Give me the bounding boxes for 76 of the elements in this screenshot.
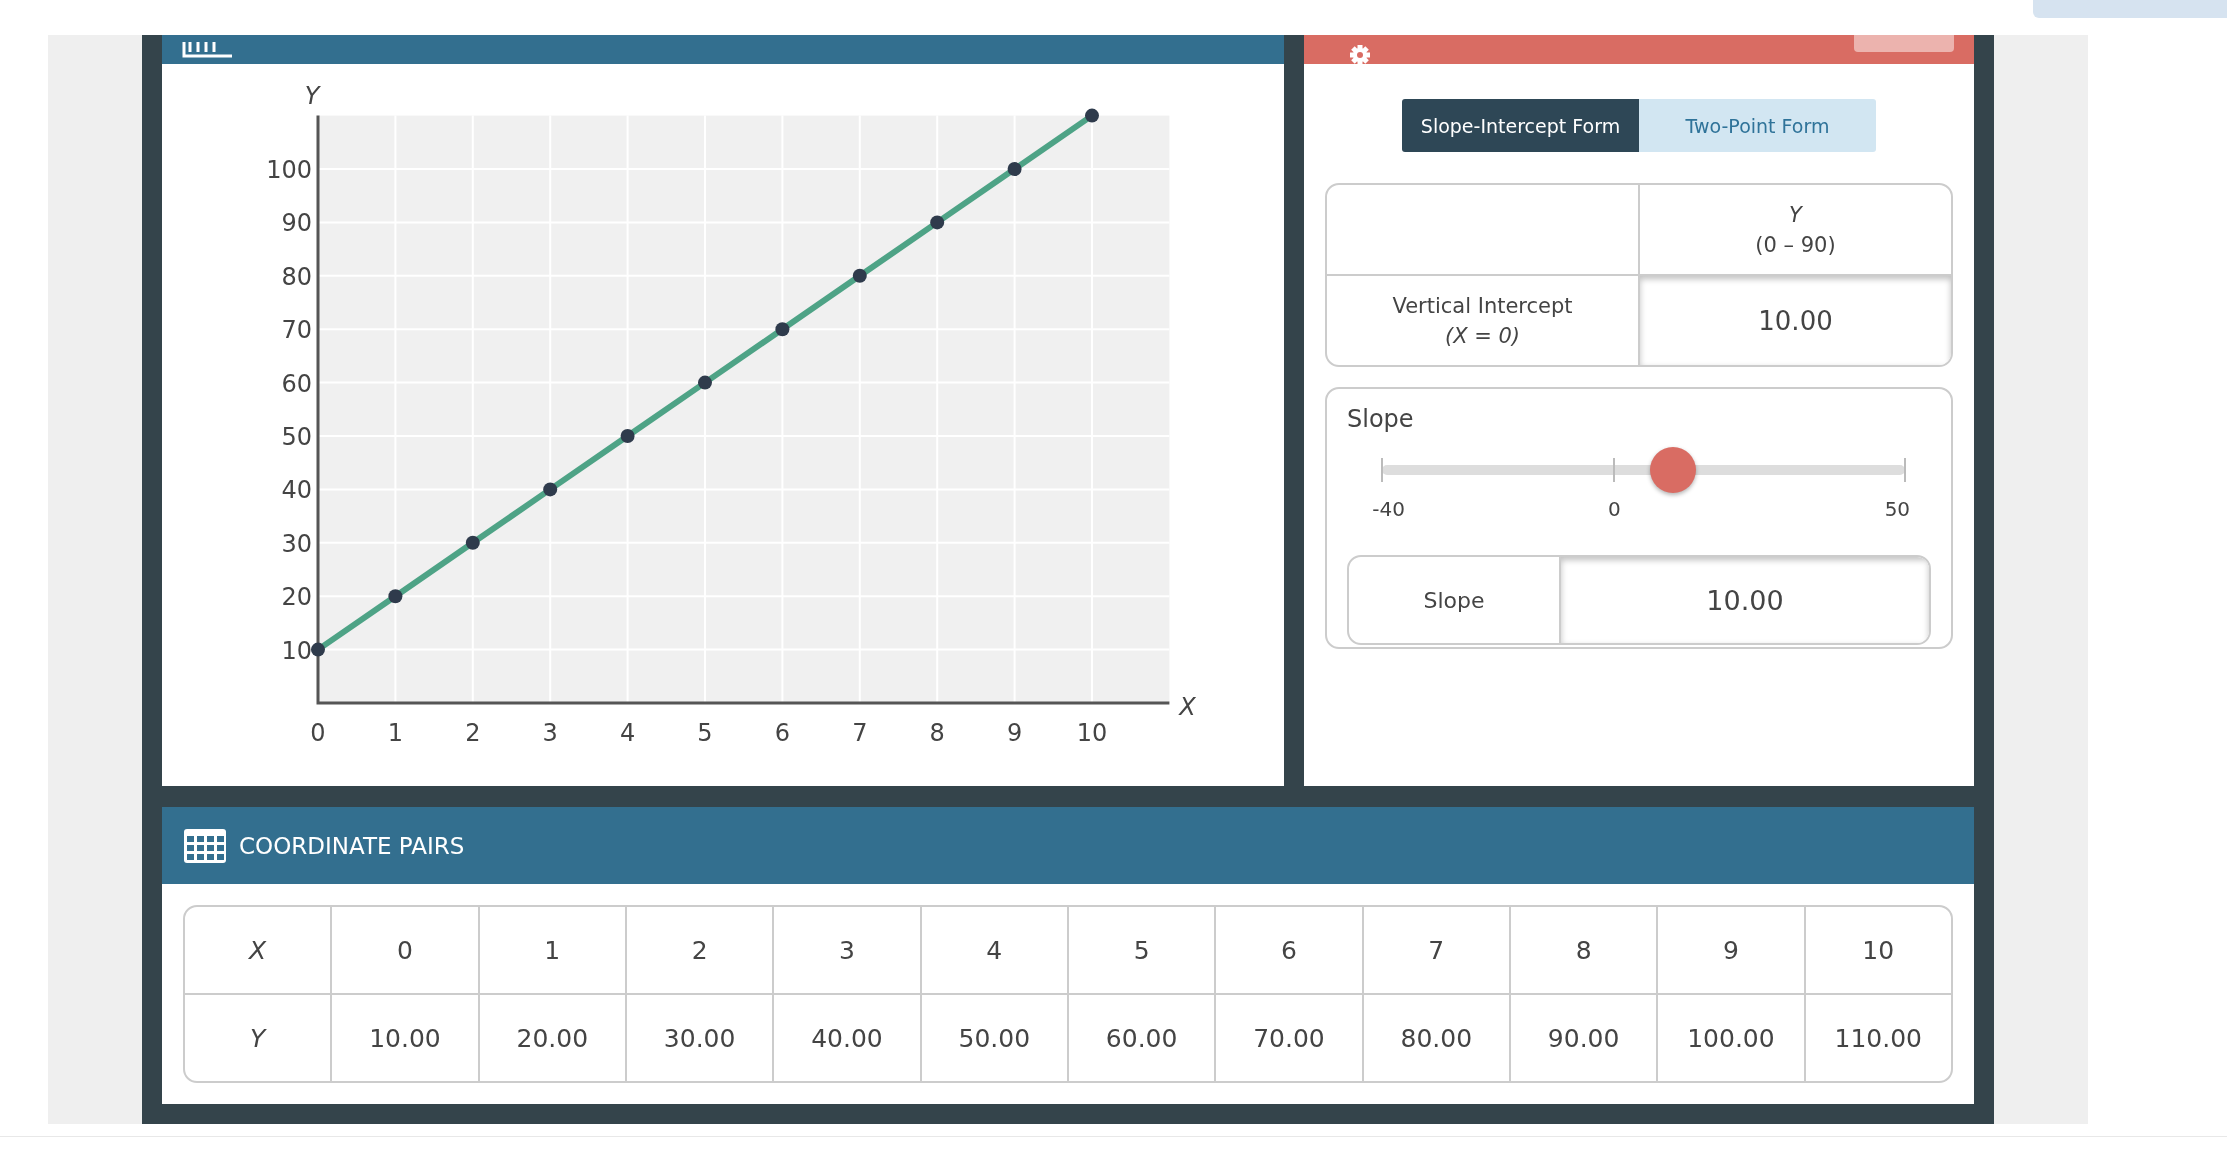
row-header: X	[247, 934, 268, 967]
tick-label: 4	[619, 719, 636, 747]
gear-icon[interactable]	[1348, 42, 1372, 67]
tick-label: 50	[281, 423, 312, 451]
table-cell: 6	[1214, 907, 1362, 993]
tick-label: 9	[1006, 719, 1023, 747]
data-point[interactable]	[852, 268, 867, 283]
row-label: Vertical Intercept	[1392, 293, 1573, 318]
form-tab[interactable]: Slope-Intercept Form	[1402, 99, 1639, 152]
table-cell: 70.00	[1214, 995, 1362, 1081]
table-cell: 60.00	[1066, 995, 1215, 1081]
data-point[interactable]	[698, 375, 712, 390]
tick-label: 8	[929, 719, 945, 747]
table-cell: 110.00	[1803, 995, 1951, 1081]
table-cell: 9	[1656, 907, 1804, 993]
slider[interactable]	[1382, 447, 1905, 493]
tick-label: 0	[310, 719, 326, 747]
slider-tick-label: 0	[1608, 497, 1621, 521]
tick-label: 6	[774, 719, 791, 747]
table-cell: 90.00	[1508, 995, 1657, 1081]
table-cell: 10	[1803, 907, 1951, 993]
table-cell: 30.00	[625, 995, 773, 1081]
tick-label: 70	[281, 316, 312, 345]
data-point[interactable]	[1007, 162, 1022, 176]
intercept-input[interactable]: 10.00	[1640, 276, 1951, 365]
table-cell: 10.00	[330, 995, 478, 1081]
section-title: COORDINATE PAIRS	[239, 832, 465, 859]
tick-label: 90	[281, 209, 312, 238]
row-header: Y	[249, 1022, 268, 1055]
data-point[interactable]	[388, 589, 403, 604]
table-cell: 0	[330, 907, 478, 993]
tick-label: 100	[266, 156, 312, 184]
table-cell: 50.00	[919, 995, 1067, 1081]
tick-label: 10	[281, 636, 312, 665]
axis-label: X	[1179, 693, 1196, 721]
slider-tick-label: -40	[1372, 497, 1405, 521]
tick-label: 10	[1076, 719, 1108, 747]
form-tab[interactable]: Two-Point Form	[1639, 99, 1876, 152]
table-cell: 3	[772, 907, 920, 993]
table-cell: 4	[919, 907, 1067, 993]
table-cell: 8	[1508, 907, 1657, 993]
table-cell: 80.00	[1361, 995, 1509, 1081]
tick-label: 30	[281, 529, 312, 558]
table-icon	[183, 827, 227, 864]
tick-label: 60	[281, 369, 312, 398]
tick-label: 3	[542, 719, 558, 747]
slope-field[interactable]: Slope 10.00	[1347, 555, 1931, 645]
chart-icon	[182, 41, 234, 58]
table-cell: 20.00	[477, 995, 625, 1081]
data-point[interactable]	[930, 215, 945, 230]
column-range: (0 – 90)	[1755, 232, 1836, 257]
tick-label: 2	[465, 719, 481, 747]
tick-label: 5	[697, 719, 713, 747]
table-cell: 7	[1361, 907, 1509, 993]
slider-tick-label: 50	[1884, 497, 1911, 521]
column-header: Y	[1789, 202, 1802, 227]
data-point[interactable]	[311, 642, 325, 657]
data-point[interactable]	[465, 535, 480, 550]
row-condition: (X = 0)	[1444, 323, 1521, 348]
table-cell: 100.00	[1656, 995, 1804, 1081]
slope-title: Slope	[1347, 405, 1414, 433]
tick-label: 80	[281, 262, 312, 291]
tick-label: 20	[281, 583, 312, 612]
data-point[interactable]	[775, 322, 790, 337]
table-cell: 40.00	[772, 995, 920, 1081]
table-cell: 5	[1066, 907, 1215, 993]
slider-thumb[interactable]	[1649, 447, 1696, 493]
data-point[interactable]	[620, 429, 635, 443]
table-cell: 1	[477, 907, 625, 993]
table-cell: 2	[625, 907, 773, 993]
data-point[interactable]	[543, 482, 558, 497]
tick-label: 7	[852, 719, 868, 747]
data-point[interactable]	[1085, 108, 1099, 123]
tick-label: 1	[387, 719, 404, 747]
axis-label: Y	[304, 82, 320, 110]
tick-label: 40	[281, 476, 312, 505]
